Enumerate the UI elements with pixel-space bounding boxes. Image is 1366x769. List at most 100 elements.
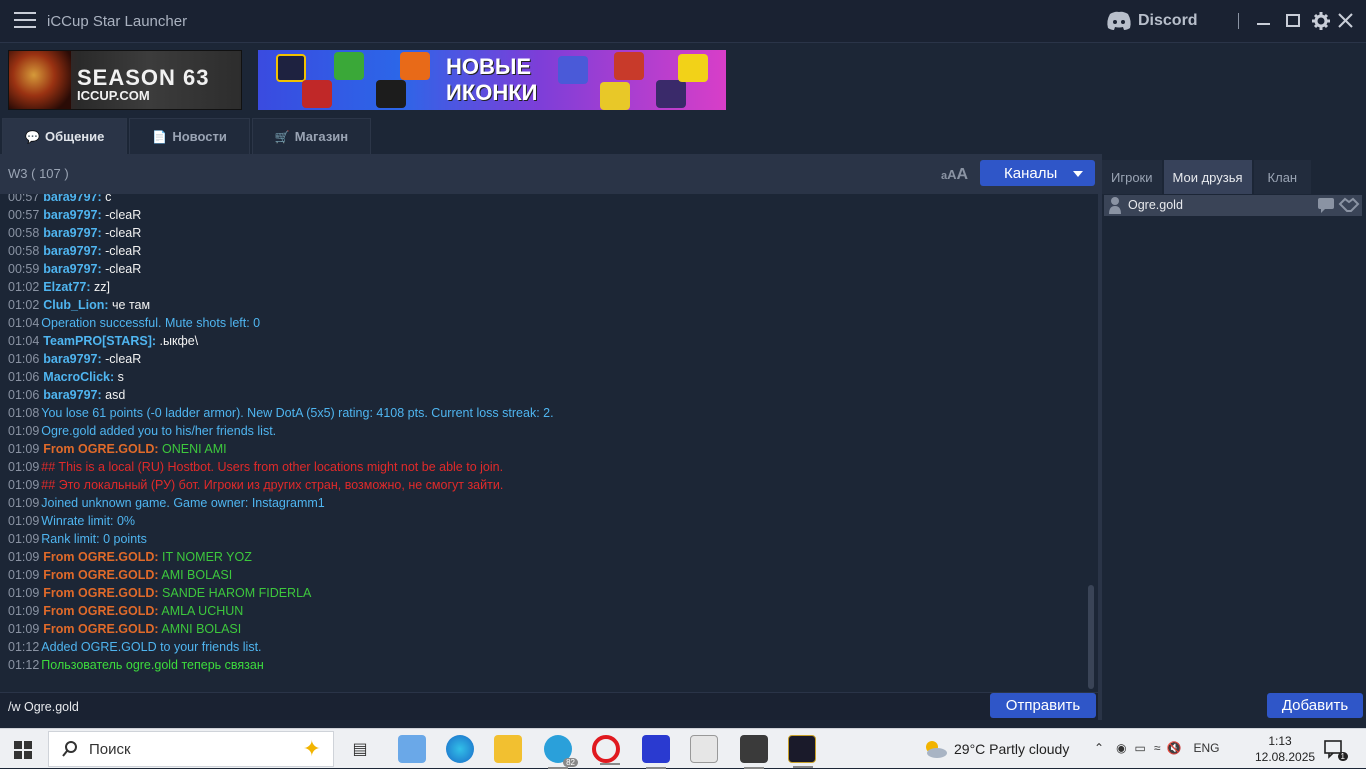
- tab-chat[interactable]: 💬 Общение: [2, 118, 128, 154]
- chat-nick[interactable]: MacroClick:: [43, 370, 114, 384]
- chat-nick[interactable]: TeamPRO[STARS]:: [43, 334, 156, 348]
- chat-nick[interactable]: Elzat77:: [43, 280, 90, 294]
- tab-news[interactable]: 📄 Новости: [129, 118, 250, 154]
- edge-icon[interactable]: [446, 735, 474, 763]
- chat-message: AMNI BOLASI: [161, 622, 242, 636]
- chat-timestamp: 01:09: [8, 550, 40, 564]
- chat-message: AMLA UCHUN: [161, 604, 244, 618]
- chat-timestamp: 00:58: [8, 226, 40, 240]
- clock-date: 12.08.2025: [1255, 750, 1316, 764]
- maximize-icon[interactable]: [1283, 11, 1303, 31]
- file-explorer-icon[interactable]: [494, 735, 522, 763]
- chat-timestamp: 01:06: [8, 352, 40, 366]
- promo-icon: [678, 54, 708, 82]
- font-size-toggle[interactable]: aAA: [941, 166, 968, 184]
- chat-line: 01:09 Joined unknown game. Game owner: In…: [8, 494, 325, 512]
- volume-muted-icon[interactable]: 🔇: [1166, 741, 1181, 755]
- chat-message: zz]: [94, 280, 110, 294]
- chat-line: 01:09 ## This is a local (RU) Hostbot. Us…: [8, 458, 503, 476]
- telegram-icon[interactable]: 82: [544, 735, 578, 769]
- chat-timestamp: 01:09: [8, 514, 40, 528]
- chat-line: 01:04 Operation successful. Mute shots le…: [8, 314, 260, 332]
- hamburger-menu-icon[interactable]: [14, 12, 36, 30]
- chat-nick[interactable]: From OGRE.GOLD:: [43, 442, 158, 456]
- chat-timestamp: 01:06: [8, 388, 40, 402]
- chat-timestamp: 01:12: [8, 658, 40, 672]
- chat-message: SANDE HAROM FIDERLA: [162, 586, 312, 600]
- chat-input-row: /w Ogre.gold: [0, 692, 1098, 720]
- chat-message: AMI BOLASI: [161, 568, 233, 582]
- opera-icon[interactable]: [592, 735, 620, 765]
- chat-nick[interactable]: bara9797:: [43, 226, 101, 240]
- wifi-icon[interactable]: ≈: [1154, 741, 1161, 755]
- discord-button[interactable]: Discord: [1106, 11, 1198, 31]
- chat-message: IT NOMER YOZ: [162, 550, 252, 564]
- chat-line: 01:06 bara9797: -cleaR: [8, 350, 141, 368]
- system-tray: ⌃ ◉ ▭ ≈ 🔇 ENG: [1094, 741, 1219, 755]
- chat-timestamp: 01:04: [8, 334, 40, 348]
- promo-icon: [600, 82, 630, 110]
- chat-line: 00:58 bara9797: -cleaR: [8, 242, 141, 260]
- chat-input[interactable]: /w Ogre.gold: [8, 700, 79, 714]
- chat-line: 01:09 From OGRE.GOLD: SANDE HAROM FIDERLA: [8, 584, 311, 602]
- chat-nick[interactable]: bara9797:: [43, 352, 101, 366]
- system-clock[interactable]: 1:13 12.08.2025: [1255, 733, 1316, 765]
- tab-clan[interactable]: Клан: [1253, 160, 1312, 194]
- season-banner[interactable]: SEASON 63 ICCUP.COM: [8, 50, 242, 110]
- chat-line: 01:09 From OGRE.GOLD: AMLA UCHUN: [8, 602, 243, 620]
- language-indicator[interactable]: ENG: [1193, 741, 1219, 755]
- tab-players[interactable]: Игроки: [1102, 160, 1162, 194]
- friend-list-item[interactable]: Ogre.gold: [1104, 195, 1362, 216]
- chat-line: 01:02 Club_Lion: че там: [8, 296, 150, 314]
- chat-system-message: Winrate limit: 0%: [41, 514, 136, 528]
- gear-icon[interactable]: [1311, 11, 1331, 31]
- sparkle-icon: ✦: [302, 736, 321, 761]
- channels-dropdown-button[interactable]: Каналы: [980, 160, 1095, 186]
- notification-icon[interactable]: 1: [1324, 739, 1348, 761]
- new-icons-banner[interactable]: НОВЫЕ ИКОНКИ: [258, 50, 726, 110]
- chat-system-message: Пользователь ogre.gold теперь связан: [41, 658, 264, 672]
- chat-nick[interactable]: bara9797:: [43, 262, 101, 276]
- monitor-app-icon[interactable]: [398, 735, 426, 763]
- chat-nick[interactable]: Club_Lion:: [43, 298, 108, 312]
- chat-log[interactable]: 00:57 bara9797: c 00:57 bara9797: -cleaR 00…: [0, 194, 1096, 690]
- chat-nick[interactable]: bara9797:: [43, 208, 101, 222]
- chat-nick[interactable]: From OGRE.GOLD:: [43, 550, 158, 564]
- save-app-icon[interactable]: [642, 735, 670, 769]
- tab-my-friends[interactable]: Мои друзья: [1163, 160, 1252, 194]
- chat-system-message: Rank limit: 0 points: [41, 532, 147, 546]
- tab-shop[interactable]: 🛒 Магазин: [251, 118, 372, 154]
- chat-nick[interactable]: bara9797:: [43, 244, 101, 258]
- minimize-icon[interactable]: [1254, 11, 1274, 31]
- weather-widget[interactable]: 29°C Partly cloudy: [922, 739, 1069, 759]
- chat-nick[interactable]: From OGRE.GOLD:: [43, 568, 158, 582]
- windows-start-icon[interactable]: [14, 741, 32, 759]
- calculator-icon[interactable]: [690, 735, 718, 763]
- battery-icon[interactable]: ▭: [1135, 741, 1146, 755]
- add-friend-button[interactable]: Добавить: [1267, 693, 1363, 718]
- chat-nick[interactable]: From OGRE.GOLD:: [43, 586, 158, 600]
- iccup-launcher-icon[interactable]: [788, 735, 816, 768]
- chat-line: 01:02 Elzat77: zz]: [8, 278, 110, 296]
- chat-line: 01:09 From OGRE.GOLD: IT NOMER YOZ: [8, 548, 252, 566]
- warcraft-icon[interactable]: [740, 735, 768, 769]
- chat-timestamp: 01:09: [8, 442, 40, 456]
- close-icon[interactable]: [1336, 11, 1356, 31]
- chat-scroll-thumb[interactable]: [1088, 585, 1094, 689]
- chevron-up-icon[interactable]: ⌃: [1094, 741, 1104, 755]
- send-button[interactable]: Отправить: [990, 693, 1096, 718]
- task-view-icon[interactable]: ▤: [346, 735, 374, 763]
- webcam-icon[interactable]: ◉: [1116, 741, 1126, 755]
- chat-nick[interactable]: From OGRE.GOLD:: [43, 604, 158, 618]
- discord-label: Discord: [1138, 12, 1198, 29]
- handshake-icon[interactable]: [1338, 196, 1360, 214]
- chat-line: 00:58 bara9797: -cleaR: [8, 224, 141, 242]
- chat-nick[interactable]: bara9797:: [43, 388, 101, 402]
- notification-badge: 1: [1337, 752, 1348, 761]
- message-icon[interactable]: [1316, 196, 1338, 214]
- chat-line: 01:12 Пользователь ogre.gold теперь связа…: [8, 656, 264, 674]
- chat-timestamp: 01:02: [8, 298, 40, 312]
- chat-nick[interactable]: From OGRE.GOLD:: [43, 622, 158, 636]
- chat-timestamp: 01:09: [8, 622, 40, 636]
- taskbar-search[interactable]: Поиск ✦: [48, 731, 334, 767]
